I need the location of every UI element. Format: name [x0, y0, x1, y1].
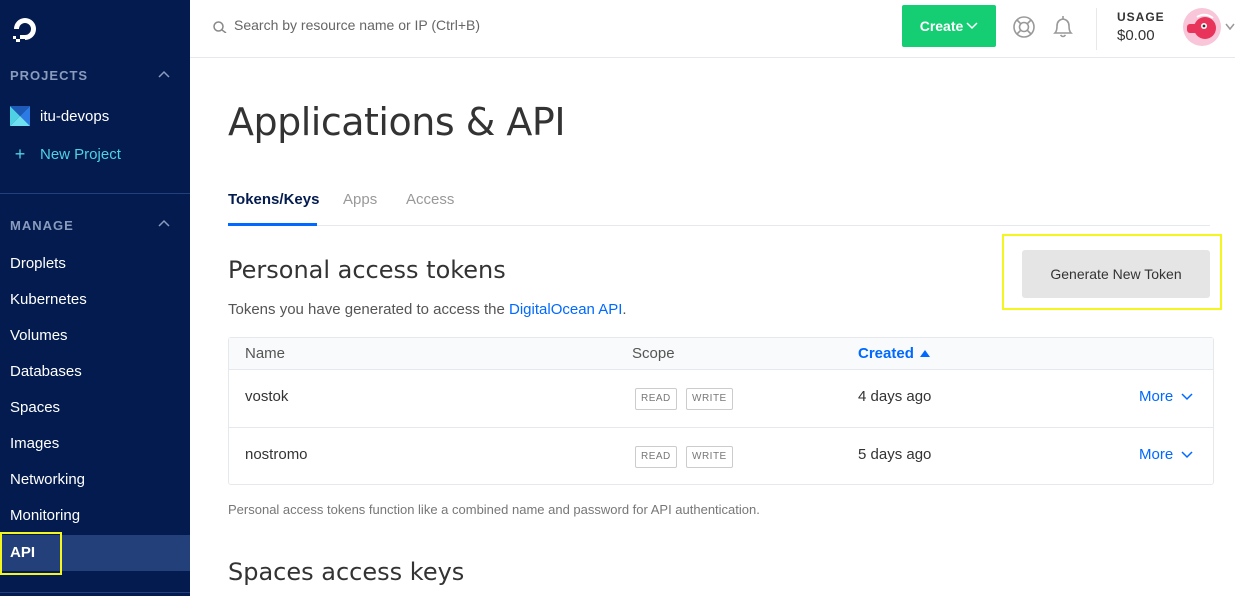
token-created: 5 days ago — [858, 446, 932, 463]
more-label: More — [1139, 446, 1174, 463]
column-header-created[interactable]: Created — [858, 345, 930, 362]
description-suffix: . — [622, 301, 627, 318]
token-name: nostromo — [245, 446, 308, 463]
scope-badge-read: READ — [635, 446, 677, 468]
create-label: Create — [919, 18, 964, 34]
tab-apps[interactable]: Apps — [343, 191, 377, 208]
generate-new-token-button[interactable]: Generate New Token — [1022, 250, 1210, 298]
more-menu-button[interactable]: More — [1139, 388, 1193, 405]
sidebar-item-volumes[interactable]: Volumes — [0, 318, 190, 354]
project-cube-icon — [10, 106, 30, 126]
sort-ascending-icon — [919, 350, 930, 357]
sidebar-divider — [0, 193, 190, 194]
avatar-icon — [1187, 13, 1216, 39]
chevron-up-icon[interactable] — [158, 218, 170, 230]
tab-tokens-keys[interactable]: Tokens/Keys — [228, 191, 319, 208]
avatar[interactable] — [1183, 8, 1221, 46]
digitalocean-api-link[interactable]: DigitalOcean API — [509, 301, 622, 318]
usage-value: $0.00 — [1117, 27, 1155, 44]
search-icon — [213, 21, 227, 33]
description-text: Tokens you have generated to access the — [228, 301, 510, 318]
scope-badge-write: WRITE — [686, 388, 733, 410]
sidebar-divider — [0, 592, 190, 593]
sidebar-item-networking[interactable]: Networking — [0, 462, 190, 498]
sidebar-project-itu-devops[interactable]: itu-devops — [10, 106, 109, 126]
highlight-box-api — [0, 532, 62, 575]
search-input[interactable] — [234, 14, 634, 36]
table-header: Name Scope Created — [229, 338, 1213, 370]
scope-badge-write: WRITE — [686, 446, 733, 468]
projects-heading: PROJECTS — [10, 68, 89, 83]
bell-icon[interactable] — [1051, 14, 1075, 40]
sidebar-item-monitoring[interactable]: Monitoring — [0, 498, 190, 534]
manage-heading: MANAGE — [10, 218, 74, 233]
column-header-created-label: Created — [858, 345, 914, 362]
sidebar-item-droplets[interactable]: Droplets — [0, 246, 190, 282]
sidebar-project-label: itu-devops — [40, 107, 110, 125]
sidebar-item-images[interactable]: Images — [0, 426, 190, 462]
page-title: Applications & API — [228, 100, 566, 144]
sidebar-item-spaces[interactable]: Spaces — [0, 390, 190, 426]
chevron-down-icon — [966, 22, 978, 30]
personal-tokens-description: Tokens you have generated to access the … — [228, 301, 627, 318]
sidebar: PROJECTS itu-devops + New Project MANAGE… — [0, 0, 190, 596]
token-created: 4 days ago — [858, 388, 932, 405]
chevron-up-icon[interactable] — [158, 69, 170, 81]
table-row: nostromo READ WRITE 5 days ago More — [229, 428, 1213, 486]
top-bar: Create USAGE $0.00 — [190, 0, 1235, 58]
tab-access[interactable]: Access — [406, 191, 454, 208]
spaces-keys-title: Spaces access keys — [228, 558, 465, 586]
usage-label: USAGE — [1117, 10, 1165, 24]
tokens-footnote: Personal access tokens function like a c… — [228, 502, 760, 517]
chevron-down-icon — [1181, 450, 1193, 458]
scope-badge-read: READ — [635, 388, 677, 410]
more-menu-button[interactable]: More — [1139, 446, 1193, 463]
token-name: vostok — [245, 388, 289, 405]
table-row: vostok READ WRITE 4 days ago More — [229, 370, 1213, 428]
column-header-scope[interactable]: Scope — [632, 345, 675, 362]
new-project-label: New Project — [40, 146, 121, 163]
topbar-divider — [1096, 8, 1097, 50]
more-label: More — [1139, 388, 1174, 405]
help-lifebuoy-icon[interactable] — [1012, 15, 1036, 39]
chevron-down-icon — [1181, 392, 1193, 400]
plus-icon: + — [14, 144, 26, 164]
tokens-table: Name Scope Created vostok READ WRITE 4 d… — [228, 337, 1214, 485]
create-button[interactable]: Create — [902, 5, 996, 47]
personal-tokens-title: Personal access tokens — [228, 256, 506, 284]
new-project-link[interactable]: + New Project — [10, 144, 121, 165]
sidebar-item-databases[interactable]: Databases — [0, 354, 190, 390]
sidebar-item-kubernetes[interactable]: Kubernetes — [0, 282, 190, 318]
column-header-name[interactable]: Name — [245, 345, 285, 362]
active-tab-indicator — [228, 223, 317, 226]
chevron-down-icon[interactable] — [1225, 23, 1235, 31]
digitalocean-logo-icon[interactable] — [10, 14, 40, 44]
tabs: Tokens/Keys Apps Access — [228, 186, 1210, 226]
